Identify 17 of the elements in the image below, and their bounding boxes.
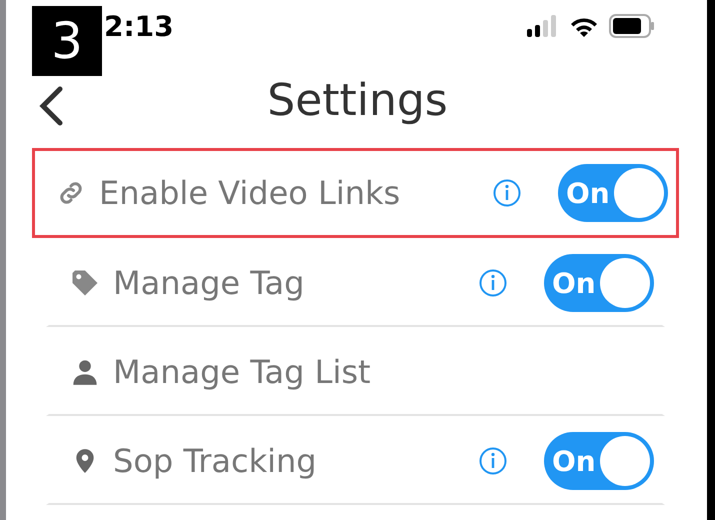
back-icon[interactable] xyxy=(38,86,64,126)
step-badge: 3 xyxy=(32,6,102,76)
signal-icon xyxy=(527,15,559,37)
toggle-switch[interactable]: On xyxy=(544,254,654,312)
toggle-switch[interactable]: On xyxy=(558,164,668,222)
setting-label: Sop Tracking xyxy=(113,442,317,480)
page-title: Settings xyxy=(267,74,448,126)
status-time: 2:13 xyxy=(104,10,174,42)
toggle-switch[interactable]: On xyxy=(544,432,654,490)
info-icon[interactable] xyxy=(478,446,508,476)
setting-label: Manage Tag List xyxy=(113,353,371,391)
tag-icon xyxy=(70,268,100,298)
info-icon[interactable] xyxy=(492,178,522,208)
setting-label: Manage Tag xyxy=(113,264,304,302)
info-icon[interactable] xyxy=(478,268,508,298)
battery-icon xyxy=(609,14,655,38)
setting-label: Enable Video Links xyxy=(99,174,400,212)
